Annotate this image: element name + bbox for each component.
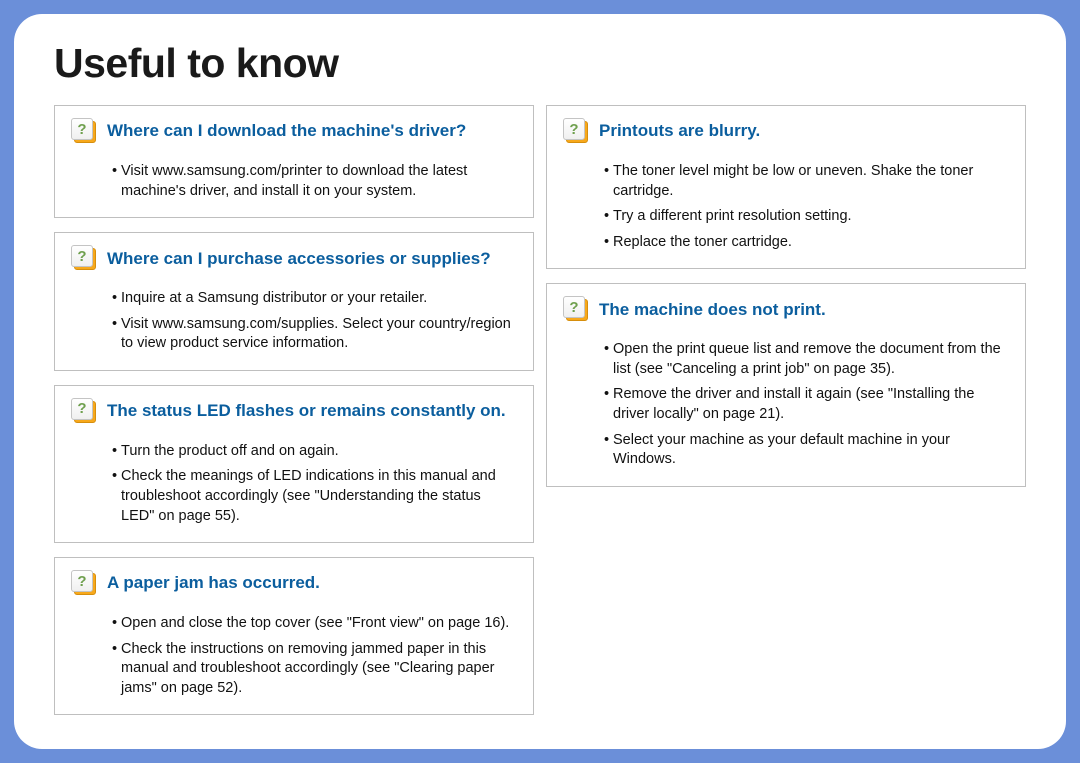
list-item: Turn the product off and on again. bbox=[115, 442, 517, 462]
manual-page: Useful to know ? Where can I download th… bbox=[14, 14, 1066, 749]
faq-head: ? Where can I download the machine's dri… bbox=[71, 118, 517, 144]
list-item: Remove the driver and install it again (… bbox=[607, 385, 1009, 424]
faq-answers: Turn the product off and on again. Check… bbox=[71, 442, 517, 526]
faq-answers: Visit www.samsung.com/printer to downloa… bbox=[71, 162, 517, 201]
faq-question: Printouts are blurry. bbox=[599, 120, 760, 141]
left-column: ? Where can I download the machine's dri… bbox=[54, 105, 534, 715]
faq-box: ? The status LED flashes or remains cons… bbox=[54, 385, 534, 543]
list-item: Check the instructions on removing jamme… bbox=[115, 640, 517, 699]
faq-question: The machine does not print. bbox=[599, 299, 826, 320]
list-item: Replace the toner cartridge. bbox=[607, 233, 1009, 253]
list-item: Inquire at a Samsung distributor or your… bbox=[115, 289, 517, 309]
list-item: Try a different print resolution setting… bbox=[607, 207, 1009, 227]
list-item: The toner level might be low or uneven. … bbox=[607, 162, 1009, 201]
faq-box: ? The machine does not print. Open the p… bbox=[546, 283, 1026, 486]
faq-box: ? Where can I download the machine's dri… bbox=[54, 105, 534, 218]
faq-head: ? Printouts are blurry. bbox=[563, 118, 1009, 144]
list-item: Select your machine as your default mach… bbox=[607, 431, 1009, 470]
question-icon: ? bbox=[563, 296, 589, 322]
list-item: Check the meanings of LED indications in… bbox=[115, 467, 517, 526]
faq-answers: Inquire at a Samsung distributor or your… bbox=[71, 289, 517, 354]
faq-question: The status LED flashes or remains consta… bbox=[107, 400, 506, 421]
faq-head: ? A paper jam has occurred. bbox=[71, 570, 517, 596]
faq-answers: Open the print queue list and remove the… bbox=[563, 340, 1009, 469]
content-columns: ? Where can I download the machine's dri… bbox=[54, 105, 1026, 715]
faq-head: ? Where can I purchase accessories or su… bbox=[71, 245, 517, 271]
question-icon: ? bbox=[71, 570, 97, 596]
list-item: Visit www.samsung.com/printer to downloa… bbox=[115, 162, 517, 201]
question-icon: ? bbox=[71, 398, 97, 424]
faq-question: Where can I download the machine's drive… bbox=[107, 120, 466, 141]
faq-head: ? The status LED flashes or remains cons… bbox=[71, 398, 517, 424]
question-icon: ? bbox=[71, 245, 97, 271]
faq-box: ? Printouts are blurry. The toner level … bbox=[546, 105, 1026, 269]
faq-answers: Open and close the top cover (see "Front… bbox=[71, 614, 517, 698]
right-column: ? Printouts are blurry. The toner level … bbox=[546, 105, 1026, 715]
faq-box: ? A paper jam has occurred. Open and clo… bbox=[54, 557, 534, 715]
page-title: Useful to know bbox=[54, 40, 1026, 87]
faq-question: A paper jam has occurred. bbox=[107, 572, 320, 593]
faq-answers: The toner level might be low or uneven. … bbox=[563, 162, 1009, 252]
question-icon: ? bbox=[71, 118, 97, 144]
faq-box: ? Where can I purchase accessories or su… bbox=[54, 232, 534, 371]
list-item: Visit www.samsung.com/supplies. Select y… bbox=[115, 315, 517, 354]
question-icon: ? bbox=[563, 118, 589, 144]
list-item: Open the print queue list and remove the… bbox=[607, 340, 1009, 379]
faq-question: Where can I purchase accessories or supp… bbox=[107, 248, 491, 269]
faq-head: ? The machine does not print. bbox=[563, 296, 1009, 322]
list-item: Open and close the top cover (see "Front… bbox=[115, 614, 517, 634]
